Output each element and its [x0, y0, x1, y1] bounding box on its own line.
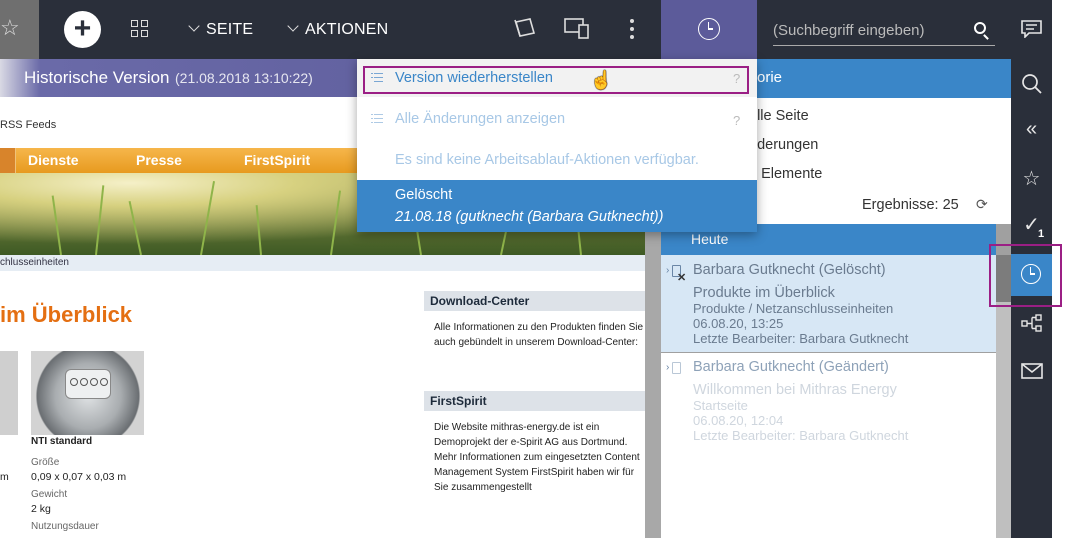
spec-duration-label: Nutzungsdauer: [31, 521, 99, 532]
spec-size-value: 0,09 x 0,07 x 0,03 m: [31, 471, 127, 483]
chevron-down-icon: [188, 20, 200, 32]
firstspirit-box-text: Die Website mithras-energy.de ist ein De…: [424, 415, 660, 515]
entry-editor: Letzte Bearbeiter: Barbara Gutknecht: [693, 428, 909, 443]
spec-weight-value: 2 kg: [31, 503, 51, 515]
deleted-version-title: Gelöscht: [395, 187, 453, 203]
comment-icon: [1021, 20, 1042, 38]
deleted-x-icon: ✕: [677, 272, 687, 284]
no-workflow-info: Es sind keine Arbeitsablauf-Aktionen ver…: [395, 152, 699, 168]
filter-elements[interactable]: e Elemente: [749, 166, 822, 182]
app-window: ☆ + SEITE AKTIONEN Historis: [0, 0, 1065, 538]
spec-left-fragment: m: [0, 471, 9, 483]
help-icon[interactable]: ?: [733, 71, 740, 86]
top-toolbar: ☆ + SEITE AKTIONEN: [0, 0, 1052, 59]
entry-user: Barbara Gutknecht (Gelöscht): [693, 262, 886, 278]
grid-icon[interactable]: [131, 20, 149, 38]
menu-item-show-changes[interactable]: Alle Änderungen anzeigen ?: [357, 100, 757, 138]
results-count: Ergebnisse: 25: [862, 197, 959, 213]
more-vertical-icon[interactable]: [624, 17, 640, 41]
entry-page: Produkte im Überblick: [693, 285, 835, 301]
list-item[interactable]: › Barbara Gutknecht (Geändert) Willkomme…: [661, 353, 996, 538]
star-icon: ☆: [1022, 168, 1041, 190]
add-button[interactable]: +: [64, 11, 101, 48]
nav-item-presse[interactable]: Presse: [136, 152, 182, 168]
nav-item-dienste[interactable]: Dienste: [28, 152, 79, 168]
search-input[interactable]: [773, 18, 963, 42]
document-icon: [672, 362, 681, 374]
entry-page: Willkommen bei Mithras Energy: [693, 382, 897, 398]
star-icon[interactable]: ☆: [0, 16, 24, 40]
search-box: [773, 16, 995, 46]
rss-link[interactable]: RSS Feeds: [0, 119, 56, 131]
double-chevron-left-icon: «: [1025, 118, 1038, 140]
mail-icon: [1021, 363, 1043, 379]
filter-current-page[interactable]: elle Seite: [749, 108, 809, 124]
checkmark-icon: ✓: [1023, 214, 1040, 236]
aktionen-menu-button[interactable]: AKTIONEN: [287, 19, 389, 41]
seite-menu-button[interactable]: SEITE: [188, 19, 254, 41]
menu-item-restore-version[interactable]: Version wiederherstellen ?: [357, 59, 757, 97]
comment-button[interactable]: [1011, 8, 1052, 50]
spec-size-label: Größe: [31, 457, 60, 468]
structure-button[interactable]: [1011, 302, 1052, 344]
product-name: NTI standard: [31, 436, 93, 447]
history-panel-title: orie: [757, 69, 783, 86]
history-button-highlight: [989, 244, 1062, 307]
historic-version-date: (21.08.2018 13:10:22): [175, 70, 313, 86]
aktionen-menu-label: AKTIONEN: [305, 21, 389, 38]
actions-dropdown-menu: Version wiederherstellen ? Alle Änderung…: [357, 59, 757, 232]
search-panel-button[interactable]: [1011, 63, 1052, 105]
restore-list-icon: [371, 72, 383, 83]
nav-item-firstspirit[interactable]: FirstSpirit: [244, 152, 310, 168]
refresh-icon[interactable]: ⟳: [976, 196, 988, 213]
filter-changes[interactable]: nderungen: [749, 137, 818, 153]
entry-path: Startseite: [693, 398, 748, 413]
history-list: Heute › ✕ Barbara Gutknecht (Gelöscht) P…: [661, 224, 1011, 538]
entry-path: Produkte / Netzanschlusseinheiten: [693, 301, 894, 316]
favorites-button[interactable]: ☆: [1011, 158, 1052, 200]
breadcrumb: chlusseinheiten: [0, 255, 660, 271]
chevron-down-icon: [287, 20, 299, 32]
expand-arrow-icon: ›: [666, 265, 670, 276]
search-icon: [1022, 74, 1042, 94]
list-item[interactable]: › ✕ Barbara Gutknecht (Gelöscht) Produkt…: [661, 255, 996, 352]
expand-arrow-icon: ›: [666, 362, 670, 373]
hand-cursor-icon: ☝: [590, 70, 613, 90]
history-toggle-button[interactable]: [661, 0, 757, 59]
historic-version-title: Historische Version: [24, 68, 170, 87]
download-center-title: Download-Center: [424, 291, 660, 311]
product-image-nti: [31, 351, 144, 435]
firstspirit-box-title: FirstSpirit: [424, 391, 660, 411]
spec-weight-label: Gewicht: [31, 489, 68, 500]
seite-menu-label: SEITE: [206, 21, 254, 38]
clock-icon: [698, 18, 720, 40]
search-icon[interactable]: [974, 22, 986, 34]
restore-version-label: Version wiederherstellen: [395, 70, 553, 86]
tasks-button[interactable]: ✓ 1: [1011, 206, 1052, 248]
collapse-button[interactable]: «: [1011, 110, 1052, 152]
history-group-label: Heute: [691, 231, 729, 247]
mail-button[interactable]: [1011, 350, 1052, 392]
page-title: im Überblick: [0, 302, 133, 327]
device-preview-icon[interactable]: [564, 17, 590, 39]
entry-time: 06.08.20, 12:04: [693, 413, 784, 428]
tasks-badge: 1: [1038, 228, 1045, 240]
list-icon: [371, 113, 383, 124]
product-image: [0, 351, 18, 435]
show-changes-label: Alle Änderungen anzeigen: [395, 111, 566, 127]
help-icon[interactable]: ?: [733, 113, 740, 128]
entry-user: Barbara Gutknecht (Geändert): [693, 359, 889, 375]
top-left-panel: ☆: [0, 0, 39, 59]
menu-item-deleted-version[interactable]: Gelöscht 21.08.18 (gutknecht (Barbara Gu…: [357, 180, 757, 232]
entry-editor: Letzte Bearbeiter: Barbara Gutknecht: [693, 331, 909, 346]
sitemap-icon: [1021, 314, 1042, 332]
deleted-version-info: 21.08.18 (gutknecht (Barbara Gutknecht)): [395, 209, 664, 225]
entry-time: 06.08.20, 13:25: [693, 316, 784, 331]
download-center-text: Alle Informationen zu den Produkten find…: [424, 315, 660, 375]
preview-icon[interactable]: [513, 16, 537, 40]
